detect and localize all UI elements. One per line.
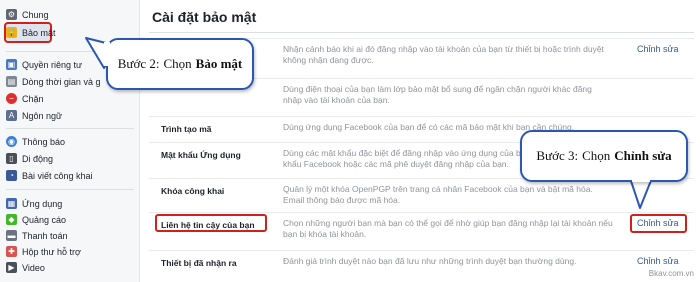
step3-pointer <box>629 177 653 209</box>
step2-callout: Bước 2: Chọn Bảo mật <box>106 38 254 90</box>
tail-join <box>104 42 110 66</box>
callout-text: Chọn <box>163 56 192 71</box>
callout-text: Chọn <box>582 148 611 163</box>
tail-join <box>632 176 650 182</box>
callout-emphasis: Bảo mật <box>195 56 243 71</box>
step3-callout: Bước 3: Chọn Chỉnh sửa <box>520 130 688 182</box>
callout-step: Bước 3: <box>536 148 579 163</box>
callout-emphasis: Chỉnh sửa <box>614 148 672 163</box>
callout-step: Bước 2: <box>117 56 160 71</box>
watermark: Bkav.com.vn <box>648 269 694 278</box>
